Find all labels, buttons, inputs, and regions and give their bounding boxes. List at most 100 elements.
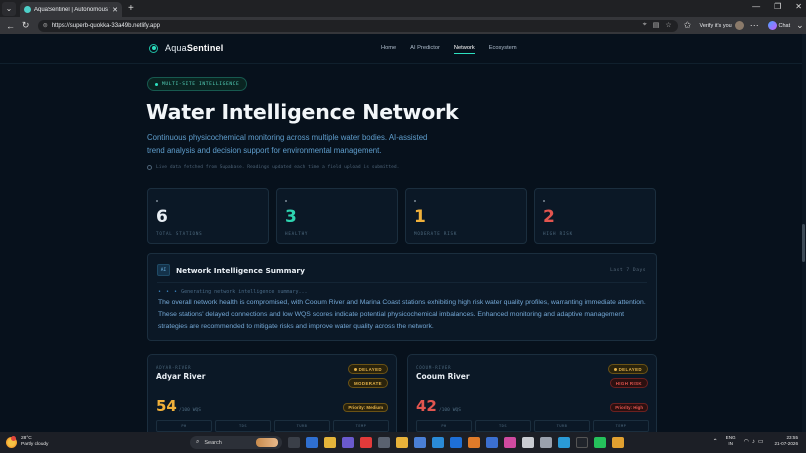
stat-card-total: 6 TOTAL STATIONS [147,188,269,244]
status-dot-icon [613,367,617,371]
weather-icon [6,435,17,448]
stat-value: 2 [543,207,555,227]
tray-status-icons[interactable]: ◠♪▭ [744,438,767,445]
tab-close-icon[interactable]: ✕ [112,6,118,14]
chrome-icon[interactable] [396,437,408,448]
back-icon[interactable]: ← [6,21,16,31]
status-dot-icon [353,367,357,371]
minimize-icon[interactable]: — [752,2,760,11]
copilot-chat-button[interactable]: Chat [767,21,790,30]
stat-card-moderate: 1 MODERATE RISK [405,188,527,244]
app-icon[interactable] [342,437,354,448]
wqs-score: 54/100 WQS [156,397,202,415]
os-taskbar: 28°C Partly cloudy ⌕ Search ⌃ ENG IN ◠♪▭ 2… [0,432,806,453]
settings-icon[interactable] [504,437,516,448]
tab-search-menu-icon[interactable]: ⌄ [2,1,16,16]
facebook-icon[interactable] [450,437,462,448]
scrollbar-thumb[interactable] [802,224,805,262]
more-menu-icon[interactable]: ⋯ [750,20,760,31]
station-type: ADYAR-RIVER [156,365,192,370]
info-icon [147,165,152,170]
page-title: Water Intelligence Network [146,100,459,124]
address-bar-actions: ⌖ ▤ ☆ [643,21,672,29]
chrome-profile-icon[interactable] [612,437,624,448]
teams-icon[interactable] [486,437,498,448]
stat-card-high-risk: 2 HIGH RISK [534,188,656,244]
reload-icon[interactable]: ↻ [22,20,32,31]
taskbar-apps [288,437,624,448]
search-label: Search [204,439,222,446]
weather-widget[interactable]: 28°C Partly cloudy [6,435,49,448]
stat-label: MODERATE RISK [414,231,458,236]
copilot-icon [767,21,777,30]
param-turb: TURB [534,420,590,432]
notepad-icon[interactable] [522,437,534,448]
page-scrollbar[interactable] [802,34,806,432]
brand-name: AquaSentinel [165,43,224,53]
station-name: Adyar River [156,372,206,381]
summary-header: AI Network Intelligence Summary [157,264,305,276]
stats-row: 6 TOTAL STATIONS 3 HEALTHY 1 MODERATE RI… [147,188,656,244]
terminal-icon[interactable] [576,437,588,448]
nav-network[interactable]: Network [453,45,475,54]
edge-icon[interactable] [558,437,570,448]
verify-profile-button[interactable]: Verify it's you [699,21,744,30]
network-summary-panel: AI Network Intelligence Summary Last 7 D… [147,253,657,341]
maximize-icon[interactable]: ❐ [774,2,781,11]
risk-badge: HIGH RISK [609,378,648,388]
task-view-icon[interactable] [288,437,300,448]
collections-icon[interactable]: ✩ [684,20,694,31]
site-info-icon[interactable]: ⊜ [43,22,48,29]
clock[interactable]: 23:55 21-07-2026 [775,435,799,447]
param-ph: PH [416,420,472,432]
param-tiles: PH TDS TURB TEMP [156,420,389,432]
station-cards: ADYAR-RIVER Adyar River DELAYED MODERATE… [147,354,657,432]
tray-chevron-icon[interactable]: ⌃ [713,438,718,445]
address-bar[interactable]: ⊜ https://superb-quokka-33a49b.netlify.a… [37,19,678,32]
weather-temp: 28°C [21,436,32,441]
app-icon[interactable] [540,437,552,448]
youtube-icon[interactable] [360,437,372,448]
section-chip: MULTI-SITE INTELLIGENCE [147,77,248,91]
taskbar-search[interactable]: ⌕ Search [190,436,282,449]
language-indicator[interactable]: ENG IN [726,435,736,447]
page-subtitle: Continuous physicochemical monitoring ac… [147,133,428,155]
live-data-text: Live data fetched from Supabase. Reading… [156,165,400,170]
camera-icon[interactable] [378,437,390,448]
web-page: AquaSentinel Home AI Predictor Network E… [0,34,802,432]
param-tds: TDS [475,420,531,432]
station-card-adyar[interactable]: ADYAR-RIVER Adyar River DELAYED MODERATE… [147,354,397,432]
store-icon[interactable] [468,437,480,448]
browser-tab[interactable]: AquaSentinel | Autonomous Wate ✕ [20,2,122,17]
wqs-score: 42/100 WQS [416,397,462,415]
calculator-icon[interactable] [414,437,426,448]
nav-ecosystem[interactable]: Ecosystem [489,45,517,54]
station-name: Cooum River [416,372,470,381]
word-icon[interactable] [306,437,318,448]
search-highlight-icon [256,438,278,447]
stat-value: 3 [285,207,297,227]
favorite-star-icon[interactable]: ☆ [665,21,671,29]
station-card-cooum[interactable]: COOUM-RIVER Cooum River DELAYED HIGH RIS… [407,354,657,432]
reader-mode-icon[interactable]: ▤ [653,21,660,29]
close-window-icon[interactable]: ✕ [795,2,802,11]
nav-home[interactable]: Home [381,45,396,54]
file-explorer-icon[interactable] [324,437,336,448]
ai-badge: AI [157,264,170,276]
location-icon[interactable]: ⌖ [643,21,647,29]
new-tab-button[interactable]: + [128,3,134,14]
stat-label: HIGH RISK [543,231,573,236]
summary-text: The overall network health is compromise… [158,299,646,330]
weather-condition: Partly cloudy [21,442,49,447]
chat-chevron-icon[interactable]: ⌄ [796,20,806,31]
outlook-icon[interactable] [432,437,444,448]
whatsapp-icon[interactable] [594,437,606,448]
search-icon: ⌕ [196,439,200,445]
param-ph: PH [156,420,212,432]
url-text: https://superb-quokka-33a49b.netlify.app [51,22,161,29]
nav-ai-predictor[interactable]: AI Predictor [410,45,440,54]
brand-logo[interactable]: AquaSentinel [149,43,223,53]
chip-dot-icon [155,82,158,86]
param-temp: TEMP [593,420,649,432]
summary-range[interactable]: Last 7 Days [610,268,646,273]
